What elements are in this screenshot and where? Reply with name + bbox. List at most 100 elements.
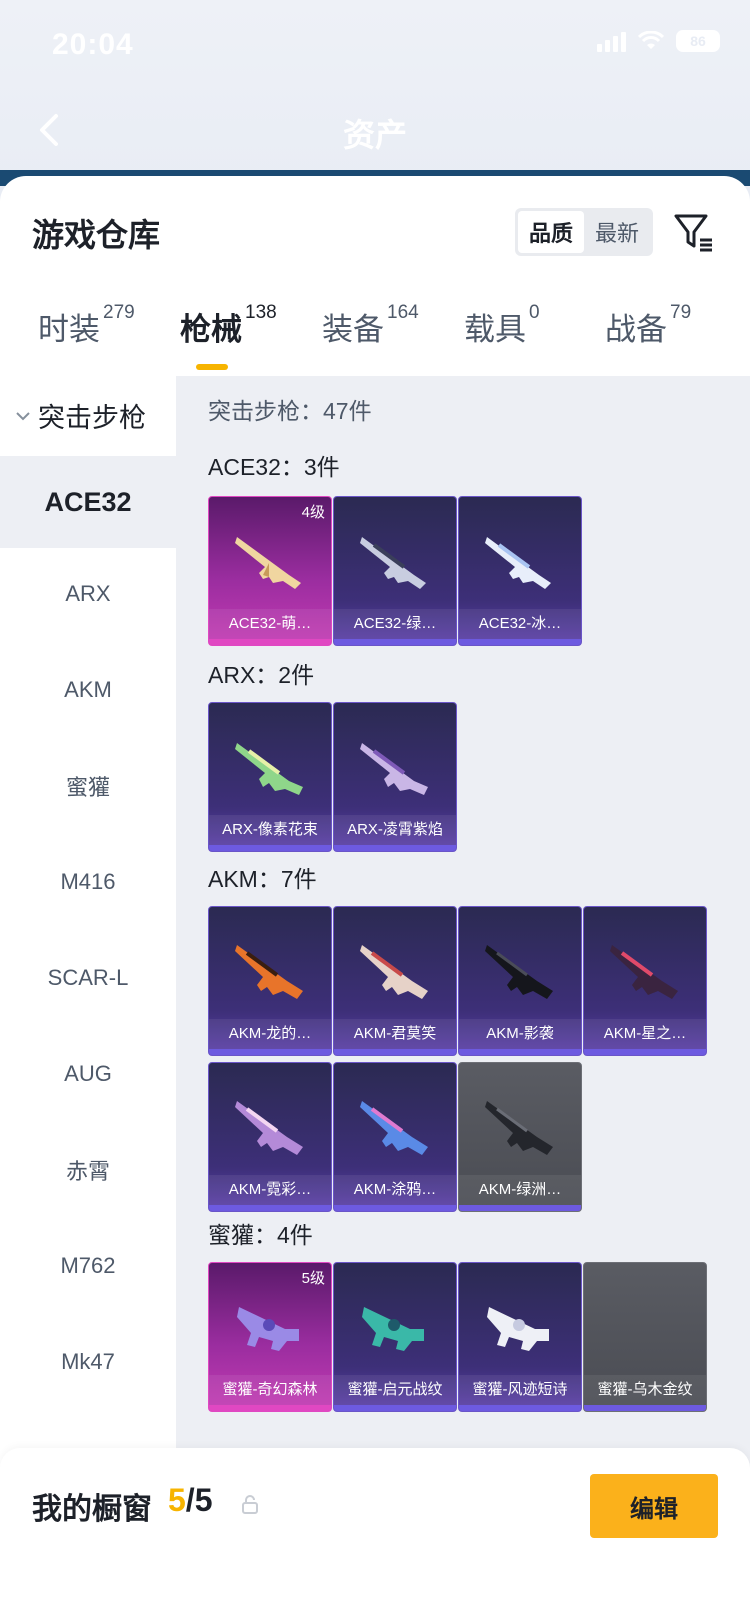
skin-card[interactable]: AKM-龙的… <box>208 906 332 1056</box>
status-icons: 86 <box>597 30 720 52</box>
tab-firearms[interactable]: 枪械 138 <box>180 302 277 349</box>
skin-card[interactable]: 蜜獾-风迹短诗 <box>458 1262 582 1412</box>
sidebar-item-m762[interactable]: M762 <box>0 1220 176 1312</box>
rifle-icon <box>360 945 428 999</box>
smg-icon <box>487 1307 549 1351</box>
rarity-bar <box>209 845 331 851</box>
rifle-icon <box>235 1101 303 1155</box>
skin-card[interactable]: AKM-涂鸦… <box>333 1062 457 1212</box>
tab-label: 枪械 <box>180 312 242 347</box>
tab-count: 79 <box>670 302 692 323</box>
skin-name: 蜜獾-风迹短诗 <box>459 1375 581 1405</box>
tab-vehicles[interactable]: 载具 0 <box>464 302 540 349</box>
sidebar-item-m416[interactable]: M416 <box>0 836 176 928</box>
skin-card[interactable]: AKM-绿洲… <box>458 1062 582 1212</box>
sidebar-item-ace32[interactable]: ACE32 <box>0 456 176 548</box>
smg-icon <box>237 1307 299 1351</box>
group-title: AKM：7件 <box>208 866 317 892</box>
skin-card[interactable]: ARX-像素花束 <box>208 702 332 852</box>
level-badge: 5级 <box>301 1270 325 1287</box>
showcase-label: 我的橱窗 <box>32 1493 152 1526</box>
sidebar-category-label: 突击步枪 <box>38 403 146 433</box>
rarity-bar <box>209 1205 331 1211</box>
sidebar-item-chixiao[interactable]: 赤霄 <box>0 1124 176 1216</box>
tab-supplies[interactable]: 战备 79 <box>605 302 692 349</box>
rarity-bar <box>584 1405 706 1411</box>
tab-label: 载具 <box>464 312 526 347</box>
skin-card[interactable]: ACE32-绿… <box>333 496 457 646</box>
category-tabs: 时装 279 枪械 138 装备 164 载具 0 战备 79 <box>0 294 750 374</box>
group-title: ARX：2件 <box>208 662 315 688</box>
signal-icon <box>597 30 626 52</box>
skin-name: ACE32-萌… <box>209 609 331 639</box>
rarity-bar <box>459 1405 581 1411</box>
smg-icon <box>362 1307 424 1351</box>
tab-label: 战备 <box>605 312 667 347</box>
sidebar-item-akm[interactable]: AKM <box>0 644 176 736</box>
tab-equipment[interactable]: 装备 164 <box>322 302 419 349</box>
skin-card[interactable]: AKM-影袭 <box>458 906 582 1056</box>
weapon-grid: 突击步枪：47件 ACE32：3件 4级 ACE32-萌… ACE32-绿… A… <box>176 376 750 1624</box>
rarity-bar <box>334 639 456 645</box>
skin-name: AKM-涂鸦… <box>334 1175 456 1205</box>
showcase-current: 5 <box>168 1482 186 1518</box>
lock-icon <box>242 1495 258 1514</box>
skin-name: ACE32-冰… <box>459 609 581 639</box>
rarity-bar <box>459 1049 581 1055</box>
skin-card[interactable]: 蜜獾-乌木金纹 <box>583 1262 707 1412</box>
status-bar: 20:04 86 <box>0 0 750 88</box>
tab-count: 279 <box>103 302 135 323</box>
rifle-icon <box>485 537 551 589</box>
rifle-icon <box>485 1101 553 1155</box>
rifle-icon <box>360 743 428 795</box>
sidebar-item-aug[interactable]: AUG <box>0 1028 176 1120</box>
skin-name: ACE32-绿… <box>334 609 456 639</box>
tab-label: 装备 <box>322 312 384 347</box>
skin-name: 蜜獾-乌木金纹 <box>584 1375 706 1405</box>
tab-fashion[interactable]: 时装 279 <box>38 302 135 349</box>
rarity-bar <box>584 1049 706 1055</box>
rarity-bar <box>334 1405 456 1411</box>
skin-card[interactable]: 蜜獾-启元战纹 <box>333 1262 457 1412</box>
skin-name: 蜜獾-启元战纹 <box>334 1375 456 1405</box>
rarity-bar <box>459 1205 581 1211</box>
sort-quality-button[interactable]: 品质 <box>518 211 584 253</box>
sidebar-category-header[interactable]: 突击步枪 <box>14 396 146 435</box>
rifle-icon <box>360 1101 428 1155</box>
rarity-bar <box>209 1405 331 1411</box>
skin-card[interactable]: AKM-霓彩… <box>208 1062 332 1212</box>
showcase-total: /5 <box>185 1482 213 1518</box>
skin-card[interactable]: ACE32-冰… <box>458 496 582 646</box>
active-tab-indicator <box>196 364 228 370</box>
skin-name: AKM-君莫笑 <box>334 1019 456 1049</box>
skin-card[interactable]: 5级 蜜獾-奇幻森林 <box>208 1262 332 1412</box>
rarity-bar <box>459 639 581 645</box>
sidebar-item-mk47[interactable]: Mk47 <box>0 1316 176 1408</box>
rifle-icon <box>235 743 303 795</box>
sheet-title: 游戏仓库 <box>32 217 161 253</box>
skin-card[interactable]: AKM-星之… <box>583 906 707 1056</box>
skin-name: ARX-像素花束 <box>209 815 331 845</box>
rifle-icon <box>485 945 553 999</box>
rarity-bar <box>209 639 331 645</box>
edit-button[interactable]: 编辑 <box>590 1474 718 1538</box>
sort-latest-button[interactable]: 最新 <box>584 211 650 253</box>
showcase-bar: 我的橱窗 5/5 编辑 <box>0 1448 750 1624</box>
rifle-icon <box>235 537 301 589</box>
tab-count: 0 <box>529 302 540 323</box>
sidebar-item-arx[interactable]: ARX <box>0 548 176 640</box>
warehouse-sheet: 游戏仓库 品质 最新 时装 279 枪械 138 装备 164 载具 0 战备 … <box>0 176 750 1624</box>
tab-label: 时装 <box>38 312 100 347</box>
sidebar-item-scar-l[interactable]: SCAR-L <box>0 932 176 1024</box>
skin-name: AKM-龙的… <box>209 1019 331 1049</box>
skin-card[interactable]: ARX-凌霄紫焰 <box>333 702 457 852</box>
skin-card[interactable]: 4级 ACE32-萌… <box>208 496 332 646</box>
filter-icon[interactable] <box>672 210 716 254</box>
rifle-icon <box>610 945 678 999</box>
skin-name: 蜜獾-奇幻森林 <box>209 1375 331 1405</box>
rarity-bar <box>209 1049 331 1055</box>
sidebar-item-honey-badger[interactable]: 蜜獾 <box>0 740 176 832</box>
skin-card[interactable]: AKM-君莫笑 <box>333 906 457 1056</box>
chevron-down-icon <box>16 411 30 420</box>
tab-count: 138 <box>245 302 277 323</box>
